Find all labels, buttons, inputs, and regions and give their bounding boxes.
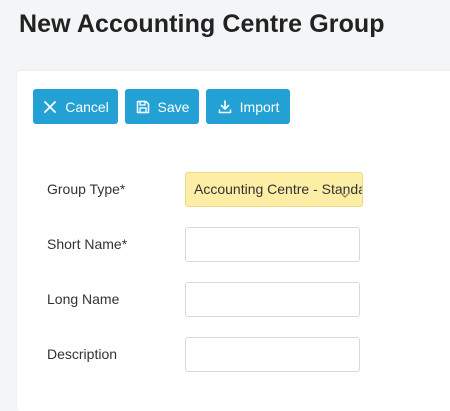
save-label: Save bbox=[157, 98, 190, 115]
cancel-label: Cancel bbox=[65, 98, 109, 115]
description-row: Description bbox=[47, 337, 447, 372]
short-name-label: Short Name* bbox=[47, 236, 128, 252]
description-label: Description bbox=[47, 346, 118, 362]
import-button[interactable]: Import bbox=[206, 89, 290, 124]
import-icon bbox=[217, 99, 233, 115]
cancel-button[interactable]: Cancel bbox=[33, 89, 118, 124]
save-button[interactable]: Save bbox=[125, 89, 199, 124]
group-type-row: Group Type* Accounting Centre - Standard bbox=[47, 172, 447, 207]
import-label: Import bbox=[239, 98, 280, 115]
close-icon bbox=[42, 99, 58, 115]
form-card: Cancel Save Import Group Type* Accountin… bbox=[17, 71, 450, 411]
short-name-row: Short Name* bbox=[47, 227, 447, 262]
save-icon bbox=[135, 99, 151, 115]
description-field[interactable] bbox=[185, 337, 360, 372]
short-name-field[interactable] bbox=[185, 227, 360, 262]
long-name-field[interactable] bbox=[185, 282, 360, 317]
group-type-select[interactable]: Accounting Centre - Standard bbox=[185, 172, 363, 207]
long-name-label: Long Name bbox=[47, 291, 120, 307]
page-title: New Accounting Centre Group bbox=[19, 10, 385, 38]
chevron-down-icon bbox=[340, 186, 350, 198]
group-type-label: Group Type* bbox=[47, 181, 126, 197]
long-name-row: Long Name bbox=[47, 282, 447, 317]
group-type-value: Accounting Centre - Standard bbox=[194, 181, 363, 197]
